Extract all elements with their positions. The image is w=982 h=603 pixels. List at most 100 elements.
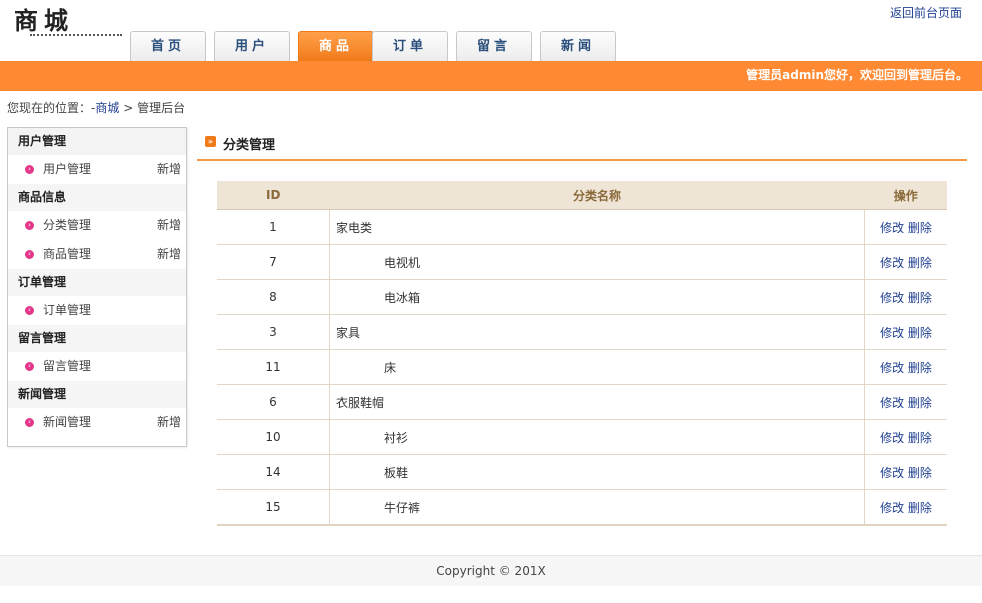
sidebar-item-user-management[interactable]: › 用户管理 新增 xyxy=(8,155,186,184)
row-actions: 修改 删除 xyxy=(864,489,947,526)
category-table: ID 分类名称 操作 1 家电类 修改 删除 7 电视机 修改 删除 8 电冰箱 修改 删除 3 家… xyxy=(217,181,947,526)
back-to-frontend-link[interactable]: 返回前台页面 xyxy=(890,4,962,21)
logo-decoration xyxy=(30,34,122,42)
sidebar-item-product-management[interactable]: › 商品管理 新增 xyxy=(8,240,186,269)
tab-users[interactable]: 用户 xyxy=(214,31,290,61)
logo: 商城 xyxy=(14,6,124,40)
sidebar-item-label[interactable]: 订单管理 xyxy=(43,296,91,325)
category-name: 家电类 xyxy=(329,209,865,245)
sidebar-item-news-management[interactable]: › 新闻管理 新增 xyxy=(8,408,186,437)
header: 商城 返回前台页面 首页 用户 商品 订单 留言 新闻 xyxy=(0,0,982,62)
breadcrumb-separator: > xyxy=(123,101,134,115)
category-id: 6 xyxy=(217,384,330,420)
category-name: 电冰箱 xyxy=(329,279,865,315)
tab-products[interactable]: 商品 xyxy=(298,31,374,61)
tab-home[interactable]: 首页 xyxy=(130,31,206,61)
sidebar-group-news: 新闻管理 xyxy=(8,381,186,408)
row-actions: 修改 删除 xyxy=(864,279,947,315)
sidebar-item-label[interactable]: 留言管理 xyxy=(43,352,91,381)
column-header-ops: 操作 xyxy=(864,181,947,210)
row-actions: 修改 删除 xyxy=(864,314,947,350)
delete-link[interactable]: 删除 xyxy=(908,291,932,305)
sidebar-item-message-management[interactable]: › 留言管理 xyxy=(8,352,186,381)
delete-link[interactable]: 删除 xyxy=(908,431,932,445)
table-row: 8 电冰箱 修改 删除 xyxy=(217,279,947,315)
sidebar-group-messages: 留言管理 xyxy=(8,325,186,352)
category-name: 电视机 xyxy=(329,244,865,280)
edit-link[interactable]: 修改 xyxy=(880,501,904,515)
edit-link[interactable]: 修改 xyxy=(880,291,904,305)
row-actions: 修改 删除 xyxy=(864,349,947,385)
category-id: 1 xyxy=(217,209,330,245)
row-actions: 修改 删除 xyxy=(864,419,947,455)
sidebar-item-label[interactable]: 分类管理 xyxy=(43,211,91,240)
row-actions: 修改 删除 xyxy=(864,384,947,420)
row-actions: 修改 删除 xyxy=(864,454,947,490)
sidebar-add-user-link[interactable]: 新增 xyxy=(157,155,181,184)
tab-news[interactable]: 新闻 xyxy=(540,31,616,61)
sidebar-item-label[interactable]: 用户管理 xyxy=(43,155,91,184)
delete-link[interactable]: 删除 xyxy=(908,361,932,375)
edit-link[interactable]: 修改 xyxy=(880,221,904,235)
sidebar-item-category-management[interactable]: › 分类管理 新增 xyxy=(8,211,186,240)
breadcrumb-prefix: 您现在的位置：- xyxy=(7,101,96,115)
category-id: 7 xyxy=(217,244,330,280)
chevron-right-icon: › xyxy=(25,250,34,259)
tab-orders[interactable]: 订单 xyxy=(372,31,448,61)
breadcrumb: 您现在的位置：-商城 > 管理后台 xyxy=(7,99,185,116)
breadcrumb-link-home[interactable]: 商城 xyxy=(95,101,119,115)
table-row: 10 衬衫 修改 删除 xyxy=(217,419,947,455)
category-id: 3 xyxy=(217,314,330,350)
delete-link[interactable]: 删除 xyxy=(908,396,932,410)
chevron-right-icon: › xyxy=(25,418,34,427)
copyright-text: Copyright © 201X xyxy=(436,564,546,578)
delete-link[interactable]: 删除 xyxy=(908,256,932,270)
edit-link[interactable]: 修改 xyxy=(880,466,904,480)
sidebar-add-product-link[interactable]: 新增 xyxy=(157,240,181,269)
table-row: 3 家具 修改 删除 xyxy=(217,314,947,350)
main-content: » 分类管理 xyxy=(197,127,967,161)
category-id: 14 xyxy=(217,454,330,490)
edit-link[interactable]: 修改 xyxy=(880,326,904,340)
delete-link[interactable]: 删除 xyxy=(908,326,932,340)
footer: Copyright © 201X xyxy=(0,555,982,586)
edit-link[interactable]: 修改 xyxy=(880,431,904,445)
category-name: 衬衫 xyxy=(329,419,865,455)
category-name: 衣服鞋帽 xyxy=(329,384,865,420)
sidebar-group-users: 用户管理 xyxy=(8,128,186,155)
edit-link[interactable]: 修改 xyxy=(880,396,904,410)
table-row: 14 板鞋 修改 删除 xyxy=(217,454,947,490)
sidebar: 用户管理 › 用户管理 新增 商品信息 › 分类管理 新增 › 商品管理 新增 … xyxy=(7,127,187,447)
tab-messages[interactable]: 留言 xyxy=(456,31,532,61)
edit-link[interactable]: 修改 xyxy=(880,256,904,270)
sidebar-add-news-link[interactable]: 新增 xyxy=(157,408,181,437)
panel-header: » 分类管理 xyxy=(197,127,967,161)
category-id: 10 xyxy=(217,419,330,455)
category-name: 板鞋 xyxy=(329,454,865,490)
chevron-right-icon: › xyxy=(25,221,34,230)
column-header-name: 分类名称 xyxy=(329,181,865,210)
category-id: 8 xyxy=(217,279,330,315)
edit-link[interactable]: 修改 xyxy=(880,361,904,375)
category-name: 牛仔裤 xyxy=(329,489,865,526)
sidebar-add-category-link[interactable]: 新增 xyxy=(157,211,181,240)
delete-link[interactable]: 删除 xyxy=(908,466,932,480)
category-name: 床 xyxy=(329,349,865,385)
delete-link[interactable]: 删除 xyxy=(908,221,932,235)
sidebar-group-products: 商品信息 xyxy=(8,184,186,211)
row-actions: 修改 删除 xyxy=(864,244,947,280)
chevron-right-icon: › xyxy=(25,165,34,174)
breadcrumb-current: 管理后台 xyxy=(137,101,186,115)
row-actions: 修改 删除 xyxy=(864,209,947,245)
logo-text: 商城 xyxy=(14,6,74,35)
table-row: 1 家电类 修改 删除 xyxy=(217,209,947,245)
sidebar-item-order-management[interactable]: › 订单管理 xyxy=(8,296,186,325)
sidebar-item-label[interactable]: 新闻管理 xyxy=(43,408,91,437)
category-id: 11 xyxy=(217,349,330,385)
chevron-right-icon: › xyxy=(25,306,34,315)
welcome-message: 管理员admin您好，欢迎回到管理后台。 xyxy=(746,68,968,82)
table-row: 11 床修改 删除 xyxy=(217,349,947,385)
table-row: 7 电视机 修改 删除 xyxy=(217,244,947,280)
delete-link[interactable]: 删除 xyxy=(908,501,932,515)
sidebar-item-label[interactable]: 商品管理 xyxy=(43,240,91,269)
